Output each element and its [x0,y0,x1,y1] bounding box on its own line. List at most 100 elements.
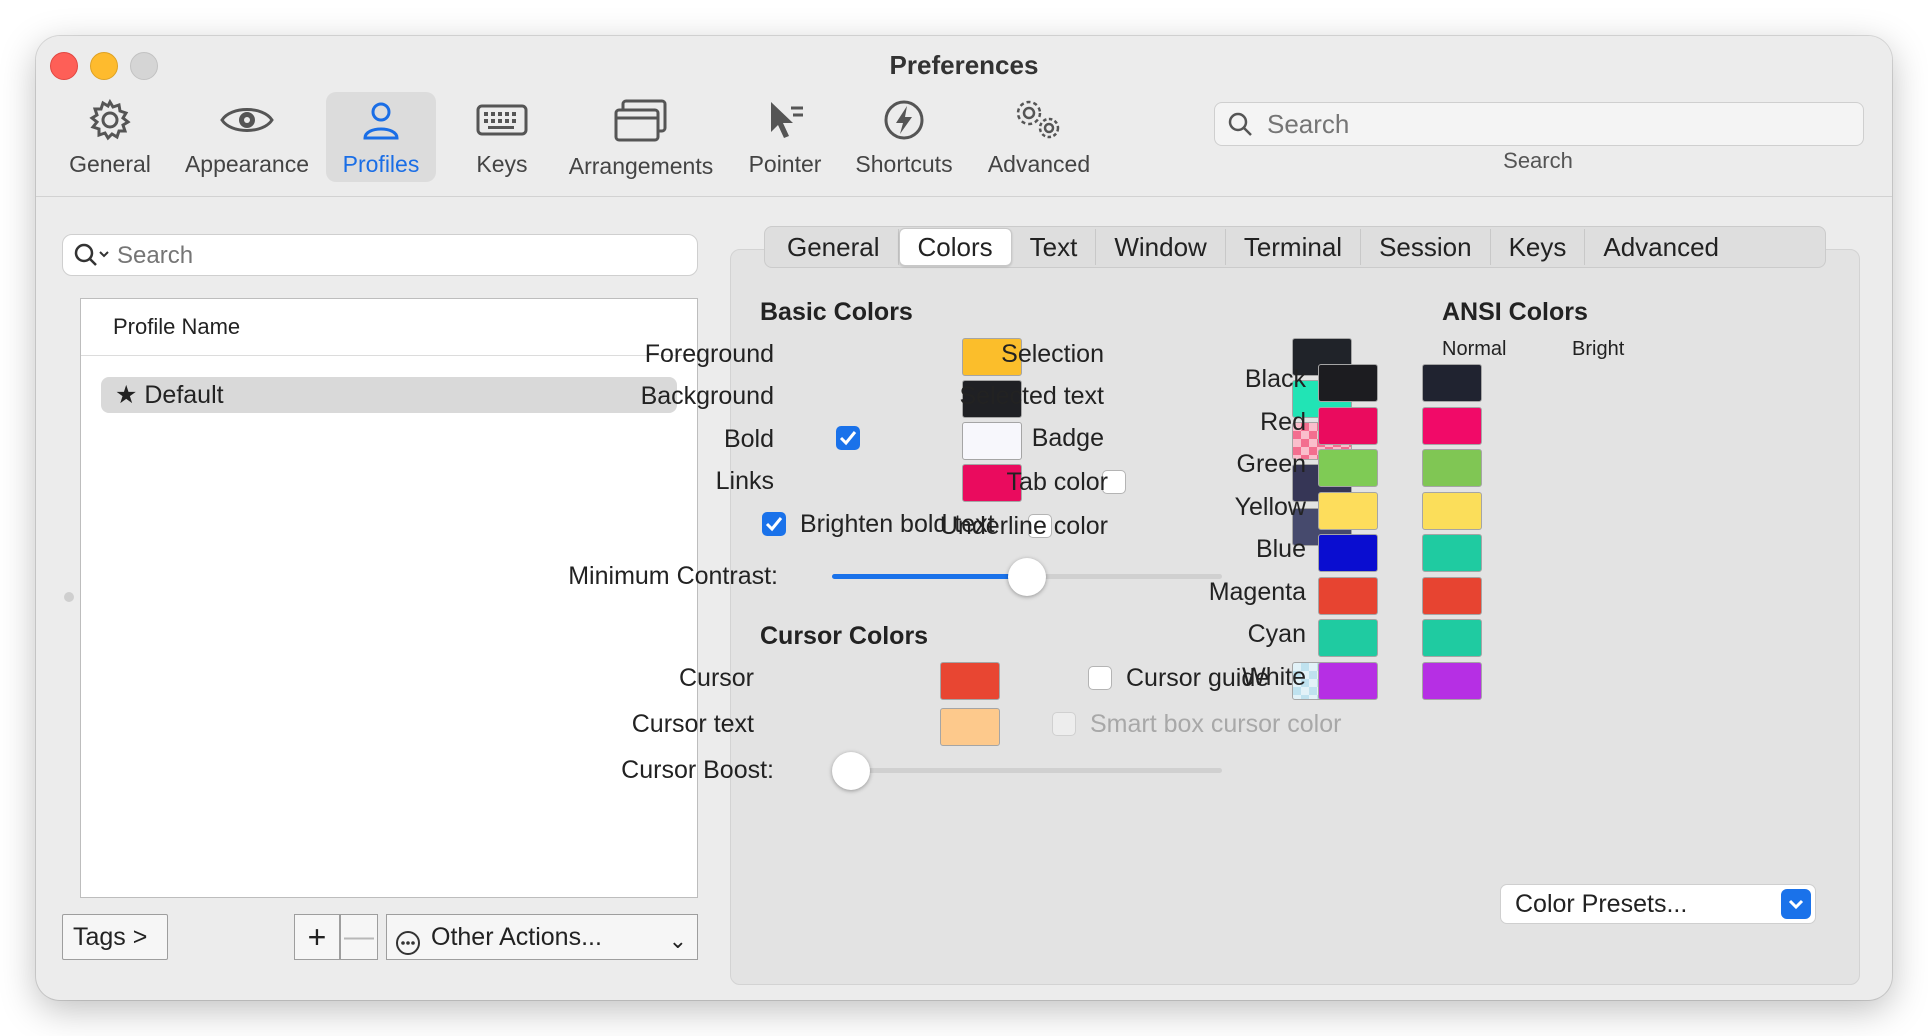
checkmark-icon [765,517,783,532]
toolbar-advanced[interactable]: Advanced [976,92,1102,182]
ansi-blue-bright-well[interactable] [1422,534,1482,572]
gears-icon [1011,92,1067,147]
toolbar-general[interactable]: General [62,92,158,182]
ansi-black-bright-well[interactable] [1422,364,1482,402]
selected-text-label: Selected text [959,382,1104,410]
cursor-label: Cursor [678,664,754,692]
star-icon: ★ [115,381,145,409]
ansi-red-label: Red [1260,407,1306,436]
toolbar-label: Shortcuts [855,151,953,177]
smart-box-cursor-checkbox[interactable] [1052,712,1076,736]
remove-profile-button[interactable]: — [340,914,378,960]
tab-general[interactable]: General [769,229,899,265]
toolbar-arrangements[interactable]: Arrangements [560,92,722,182]
windows-icon [613,92,669,149]
toolbar-label: Pointer [748,151,822,177]
toolbar-label: Arrangements [568,153,714,179]
cursor-guide-checkbox[interactable] [1088,666,1112,690]
background-label: Background [640,382,774,410]
tab-window[interactable]: Window [1096,229,1226,265]
ansi-cyan-bright-well[interactable] [1422,619,1482,657]
links-label: Links [715,467,774,495]
toolbar-profiles[interactable]: Profiles [326,92,436,182]
cursor-text-label: Cursor text [631,710,754,738]
bold-checkbox[interactable] [836,426,860,450]
ansi-magenta-bright-well[interactable] [1422,576,1482,615]
add-profile-button[interactable]: + [294,914,340,960]
ansi-green-normal-well[interactable] [1318,449,1378,487]
window-title: Preferences [889,50,1039,80]
toolbar-search-input[interactable] [1265,105,1849,143]
smart-box-cursor-label: Smart box cursor color [1090,710,1342,738]
toolbar-label: Profiles [342,151,420,177]
cursor-color-well[interactable] [940,662,1000,700]
cursor-boost-slider[interactable] [832,752,870,790]
ansi-red-bright-well[interactable] [1422,406,1482,445]
selection-label: Selection [1001,340,1104,368]
eye-icon [219,92,275,147]
ansi-green-bright-well[interactable] [1422,449,1482,487]
ansi-white-label: White [1242,662,1306,691]
underline-color-label: Underline color [939,512,1108,540]
cursor-boost-track[interactable] [832,768,1222,773]
tab-colors[interactable]: Colors [898,228,1012,266]
ansi-white-normal-well[interactable] [1318,661,1378,700]
chevron-down-icon: ⌄ [668,928,687,953]
brighten-bold-checkbox[interactable] [762,512,786,536]
toolbar-label: General [69,151,151,177]
search-dropdown-icon[interactable] [73,242,113,273]
search-icon [1227,111,1253,142]
ansi-colors-title: ANSI Colors [1442,298,1588,326]
profile-search[interactable] [62,234,698,276]
profile-table: Profile Name ★ Default [80,298,698,898]
ansi-white-bright-well[interactable] [1422,661,1482,700]
ansi-red-normal-well[interactable] [1318,406,1378,445]
titlebar: Preferences General Appearance Profiles [36,36,1892,197]
ansi-magenta-label: Magenta [1208,577,1306,606]
ansi-cyan-normal-well[interactable] [1318,619,1378,657]
ansi-yellow-normal-well[interactable] [1318,491,1378,530]
ansi-bright-header: Bright [1572,338,1625,360]
tab-text[interactable]: Text [1012,229,1097,265]
preferences-window: Preferences General Appearance Profiles [36,36,1892,1000]
ansi-yellow-bright-well[interactable] [1422,491,1482,530]
ansi-blue-label: Blue [1255,535,1306,563]
toolbar-keys[interactable]: Keys [456,92,548,182]
ellipsis-circle-icon [395,926,421,970]
tags-button[interactable]: Tags > [62,914,168,960]
profile-name-header[interactable]: Profile Name [81,299,697,356]
bold-color-well[interactable] [962,422,1022,460]
ansi-magenta-normal-well[interactable] [1318,576,1378,615]
cursor-text-color-well[interactable] [940,708,1000,746]
minimum-contrast-slider[interactable] [1008,558,1046,596]
checkmark-icon [839,431,857,446]
tab-color-label: Tab color [1006,468,1108,496]
toolbar-label: Advanced [987,151,1091,177]
tab-advanced[interactable]: Advanced [1585,229,1737,265]
cursor-boost-label: Cursor Boost: [621,756,774,784]
toolbar-pointer[interactable]: Pointer [736,92,834,182]
tab-keys[interactable]: Keys [1491,229,1586,265]
profile-search-input[interactable] [115,237,679,275]
toolbar-search[interactable] [1214,102,1864,146]
tab-session[interactable]: Session [1361,229,1491,265]
basic-colors-title: Basic Colors [760,298,913,326]
ansi-black-normal-well[interactable] [1318,364,1378,402]
pointer-icon [763,92,807,147]
cursor-colors-title: Cursor Colors [760,622,929,650]
color-presets-popup[interactable]: Color Presets... [1500,884,1816,924]
gear-icon [88,92,132,147]
toolbar-label: Appearance [184,151,310,177]
profile-row-default[interactable]: ★ Default [101,377,677,413]
tab-terminal[interactable]: Terminal [1226,229,1362,265]
other-actions-button[interactable]: Other Actions... ⌄ [386,914,698,960]
toolbar-appearance[interactable]: Appearance [182,92,312,182]
bolt-icon [882,92,926,147]
toolbar-shortcuts[interactable]: Shortcuts [848,92,960,182]
ansi-blue-normal-well[interactable] [1318,534,1378,572]
profile-tabs: General Colors Text Window Terminal Sess… [764,226,1826,268]
toolbar-label: Keys [476,151,528,177]
resize-handle[interactable] [64,592,74,602]
ansi-normal-header: Normal [1442,338,1507,360]
chevron-down-icon [1781,889,1811,919]
